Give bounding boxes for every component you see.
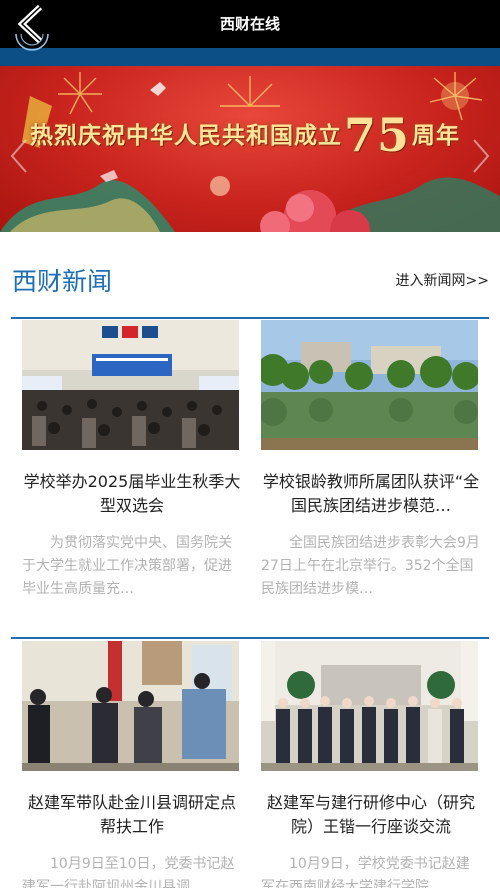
news-title: 赵建军带队赴金川县调研定点帮扶工作 [27, 793, 236, 836]
header-strip [0, 48, 500, 66]
news-thumbnail [261, 641, 478, 771]
section-divider [11, 637, 489, 639]
news-title: 赵建军与建行研修中心（研究院）王锴一行座谈交流 [266, 793, 475, 836]
news-title: 学校银龄教师所属团队获评“全国民族团结进步模范… [262, 472, 480, 515]
more-news-link[interactable]: 进入新闻网>> [396, 270, 489, 290]
school-logo [14, 34, 50, 54]
news-summary: 10月9日至10日，党委书记赵建军一行赴阿坝州金川县调 [22, 856, 235, 888]
news-card[interactable]: 赵建军与建行研修中心（研究院）王锴一行座谈交流 10月9日，学校党委书记赵建军在… [261, 641, 489, 888]
chevron-right-icon [473, 139, 490, 173]
news-card[interactable]: 赵建军带队赴金川县调研定点帮扶工作 10月9日至10日，党委书记赵建军一行赴阿坝… [22, 641, 250, 888]
news-thumbnail [22, 320, 239, 450]
news-thumbnail [261, 320, 478, 450]
news-title: 学校举办2025届毕业生秋季大型双选会 [23, 472, 241, 515]
news-summary: 全国民族团结进步表彰大会9月27日上午在北京举行。352个全国民族团结进步模… [261, 535, 480, 597]
news-card[interactable]: 学校银龄教师所属团队获评“全国民族团结进步模范… 全国民族团结进步表彰大会9月2… [261, 320, 489, 620]
news-summary: 10月9日，学校党委书记赵建军在西南财经大学建行学院 [261, 856, 470, 888]
section-divider [11, 317, 489, 319]
banner-next-button[interactable] [468, 136, 494, 176]
section-title: 西财新闻 [12, 267, 113, 296]
chevron-left-icon [10, 139, 27, 173]
top-bar: 西财在线 [0, 0, 500, 48]
page-title: 西财在线 [219, 15, 280, 33]
banner-prev-button[interactable] [6, 136, 32, 176]
news-card[interactable]: 学校举办2025届毕业生秋季大型双选会 为贯彻落实党中央、国务院关于大学生就业工… [22, 320, 250, 620]
banner-headline: 热烈庆祝中华人民共和国成立75周年 [30, 108, 461, 162]
hero-banner[interactable]: 热烈庆祝中华人民共和国成立75周年 [0, 66, 500, 232]
news-summary: 为贯彻落实党中央、国务院关于大学生就业工作决策部署，促进毕业生高质量充… [22, 535, 232, 597]
news-thumbnail [22, 641, 239, 771]
